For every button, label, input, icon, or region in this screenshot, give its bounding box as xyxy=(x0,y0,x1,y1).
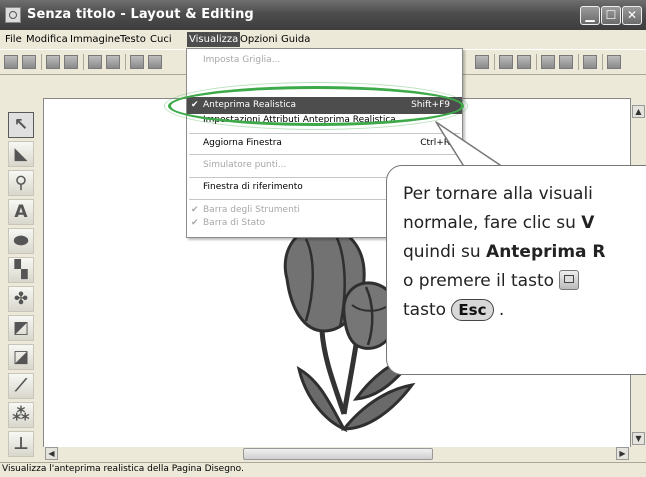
callout-line-5: tasto Esc . xyxy=(403,299,505,321)
esc-key: Esc xyxy=(451,299,494,321)
realistic-preview-key-icon xyxy=(559,270,580,290)
instruction-callout: Per tornare alla visuali normale, fare c… xyxy=(386,165,646,375)
callout-line-2: normale, fare clic su V xyxy=(403,213,595,233)
callout-text: Per tornare alla visuali normale, fare c… xyxy=(403,180,646,325)
callout-line-1: Per tornare alla visuali xyxy=(403,184,593,204)
callout-line-4: o premere il tasto xyxy=(403,267,646,296)
callout-line-3: quindi su Anteprima R xyxy=(403,242,606,262)
app-window: Senza titolo - Layout & Editing ▁ ☐ ✕ Fi… xyxy=(0,0,646,477)
